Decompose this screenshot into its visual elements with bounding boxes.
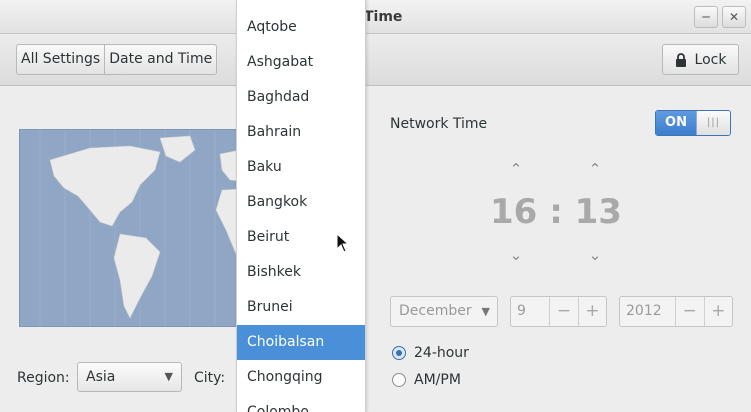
city-dropdown-list[interactable]: Aqtobe Ashgabat Baghdad Bahrain Baku Ban… [236,0,366,412]
date-and-time-button[interactable]: Date and Time [104,45,216,74]
year-increment-button[interactable]: + [703,297,732,326]
clock-display: 16 : 13 [488,192,624,232]
region-select[interactable]: Asia ▼ [77,362,182,392]
lock-label: Lock [694,51,727,68]
list-item[interactable]: Brunei [237,290,365,325]
lock-button[interactable]: Lock [662,44,739,75]
title-bar: Time ─ ✕ [0,0,751,34]
list-item[interactable]: Chongqing [237,360,365,395]
minimize-button[interactable]: ─ [694,6,718,28]
list-item[interactable]: Ashgabat [237,45,365,80]
clock-minutes: 13 [574,192,622,232]
all-settings-button[interactable]: All Settings [17,45,104,74]
minute-down-icon[interactable]: ⌄ [585,246,605,264]
clock-separator: : [549,192,563,232]
chevron-down-icon: ▼ [481,305,490,318]
hour-down-icon[interactable]: ⌄ [506,246,526,264]
year-value[interactable]: 2012 [620,297,675,326]
minimize-icon: ─ [702,10,710,24]
lock-icon [675,52,686,67]
list-item[interactable]: Bangkok [237,185,365,220]
list-item[interactable]: Colombo [237,395,365,412]
year-decrement-button[interactable]: − [675,297,703,326]
list-item[interactable]: Aqtobe [237,10,365,45]
network-time-label: Network Time [390,116,488,132]
clock-hours: 16 [490,192,538,232]
radio-24-hour[interactable] [392,346,406,360]
year-spinner[interactable]: 2012 − + [619,296,733,327]
minute-up-icon[interactable]: ⌃ [585,160,605,178]
list-item[interactable]: Baghdad [237,80,365,115]
switch-state: ON [656,111,696,135]
month-select[interactable]: December ▼ [390,296,498,327]
switch-knob[interactable]: ||| [696,111,730,135]
list-item[interactable]: Bahrain [237,115,365,150]
radio-ampm[interactable] [392,373,406,387]
window-title: Time [364,9,403,25]
month-value: December [399,303,472,319]
list-item[interactable]: Bishkek [237,255,365,290]
region-label: Region: [17,370,70,386]
list-item[interactable]: Baku [237,150,365,185]
day-spinner[interactable]: 9 − + [510,296,607,327]
main-panel: Region: Asia ▼ City: Network Time ON |||… [0,86,751,412]
region-value: Asia [86,369,116,385]
day-value[interactable]: 9 [511,297,549,326]
toolbar: All Settings Date and Time Lock [0,34,751,86]
format-ampm-label: AM/PM [414,372,461,388]
day-increment-button[interactable]: + [577,297,606,326]
close-icon: ✕ [728,10,740,24]
hour-up-icon[interactable]: ⌃ [506,160,526,178]
network-time-switch[interactable]: ON ||| [655,110,731,136]
format-24-hour-option[interactable]: 24-hour [392,345,469,361]
city-label: City: [194,370,226,386]
mouse-cursor-icon [336,233,350,253]
breadcrumb: All Settings Date and Time [16,44,218,75]
close-button[interactable]: ✕ [722,6,746,28]
list-item-selected[interactable]: Choibalsan [237,325,365,360]
chevron-down-icon: ▼ [164,370,173,383]
day-decrement-button[interactable]: − [549,297,577,326]
format-24-hour-label: 24-hour [414,345,469,361]
format-ampm-option[interactable]: AM/PM [392,372,461,388]
